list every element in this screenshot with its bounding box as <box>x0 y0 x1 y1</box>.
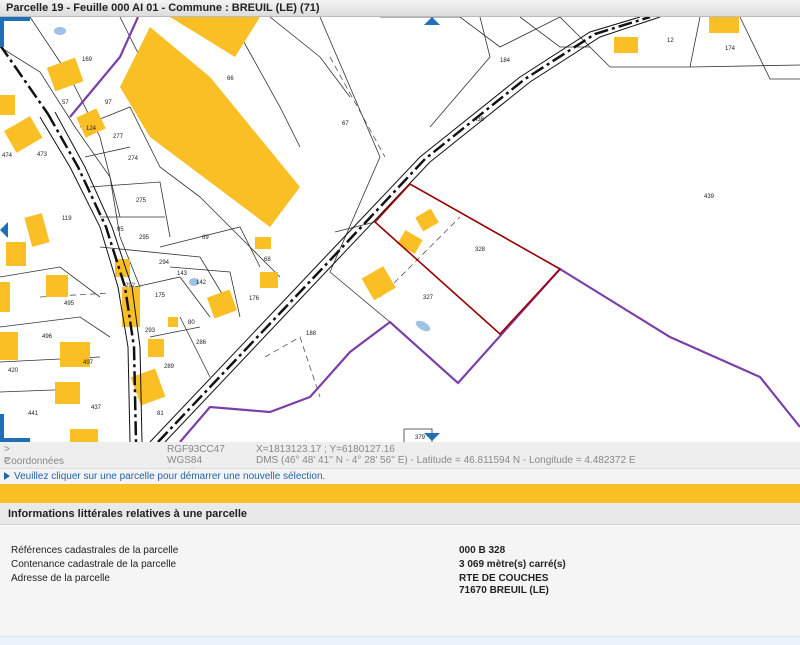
parcel-label: 184 <box>500 58 511 64</box>
separator-bar <box>0 484 800 503</box>
parcel-label: 328 <box>475 247 486 253</box>
parcel-label: 294 <box>159 260 170 266</box>
parcel-label: 379 <box>415 435 426 441</box>
address-label: Adresse de la parcelle <box>11 573 110 584</box>
parcel-label: 66 <box>227 76 234 82</box>
parcel-label: 327 <box>423 295 434 301</box>
parcel-label: 175 <box>155 293 166 299</box>
pan-down-arrow[interactable] <box>424 433 440 441</box>
address-line1: RTE DE COUCHES <box>459 573 549 584</box>
parcel-label: 274 <box>128 156 139 162</box>
parcel-label: 275 <box>136 198 147 204</box>
parcel-label: 174 <box>725 46 736 52</box>
pan-left-arrow[interactable] <box>0 222 8 238</box>
area-value: 3 069 mètre(s) carré(s) <box>459 559 566 570</box>
ref-label: Références cadastrales de la parcelle <box>11 545 179 556</box>
selected-parcel-outline <box>373 182 562 336</box>
play-icon <box>4 472 10 481</box>
parcel-label: 97 <box>105 100 112 106</box>
buildings <box>0 17 739 442</box>
parcel-label: 497 <box>83 360 94 366</box>
selection-notice[interactable]: Veuillez cliquer sur une parcelle pour d… <box>0 468 800 484</box>
parcel-label: 496 <box>42 334 53 340</box>
parcel-label: 293 <box>145 328 156 334</box>
parcel-label: 289 <box>164 364 175 370</box>
parcel-info-panel: Références cadastrales de la parcelle 00… <box>0 526 800 636</box>
parcel-label: 437 <box>91 405 102 411</box>
parcel-label: 292 <box>125 283 136 289</box>
area-label: Contenance cadastrale de la parcelle <box>11 559 177 570</box>
parcel-label: 119 <box>62 216 72 222</box>
pan-up-arrow[interactable] <box>424 17 440 25</box>
ref-value: 000 B 328 <box>459 545 506 556</box>
parcel-label: 277 <box>113 134 124 140</box>
parcel-label: 81 <box>157 411 164 417</box>
parcel-label: 176 <box>249 296 260 302</box>
parcel-label: 295 <box>139 235 150 241</box>
parcel-labels: 169 97 57 124 474 473 277 274 275 119 95… <box>2 38 736 441</box>
map-canvas[interactable]: 169 97 57 124 474 473 277 274 275 119 95… <box>0 17 800 442</box>
parcel-label: 169 <box>82 57 93 63</box>
notice-text: Veuillez cliquer sur une parcelle pour d… <box>14 471 326 482</box>
parcel-label: 441 <box>28 411 39 417</box>
parcel-label: 69 <box>202 235 209 241</box>
address-line2: 71670 BREUIL (LE) <box>459 585 549 596</box>
parcel-label: 439 <box>704 194 715 200</box>
parcel-label: 495 <box>64 301 75 307</box>
parcel-label: 473 <box>37 152 48 158</box>
parcel-label: 57 <box>62 100 69 106</box>
info-heading: Informations littérales relatives à une … <box>0 503 800 525</box>
parcel-label: 124 <box>86 126 97 132</box>
cadastral-map[interactable]: 169 97 57 124 474 473 277 274 275 119 95… <box>0 17 800 442</box>
parcel-label: 286 <box>196 340 207 346</box>
window-title: Parcelle 19 - Feuille 000 AI 01 - Commun… <box>0 0 800 17</box>
parcel-label: 95 <box>117 227 124 233</box>
parcel-label: 474 <box>2 153 13 159</box>
parcel-label: 420 <box>8 368 19 374</box>
parcel-label: 438 <box>474 117 485 123</box>
parcel-label: 188 <box>306 331 317 337</box>
parcel-label: 12 <box>667 38 674 44</box>
parcel-label: 142 <box>196 280 207 286</box>
geo-values: DMS (46° 48' 41'' N - 4° 28' 56'' E) - L… <box>256 455 636 466</box>
parcel-label: 80 <box>188 320 195 326</box>
coordinates-panel: > Coordonnées en projection : RGF93CC47 … <box>0 442 800 502</box>
parcel-label: 143 <box>177 271 188 277</box>
parcel-label: 67 <box>342 121 349 127</box>
parcel-label: 68 <box>264 257 271 263</box>
